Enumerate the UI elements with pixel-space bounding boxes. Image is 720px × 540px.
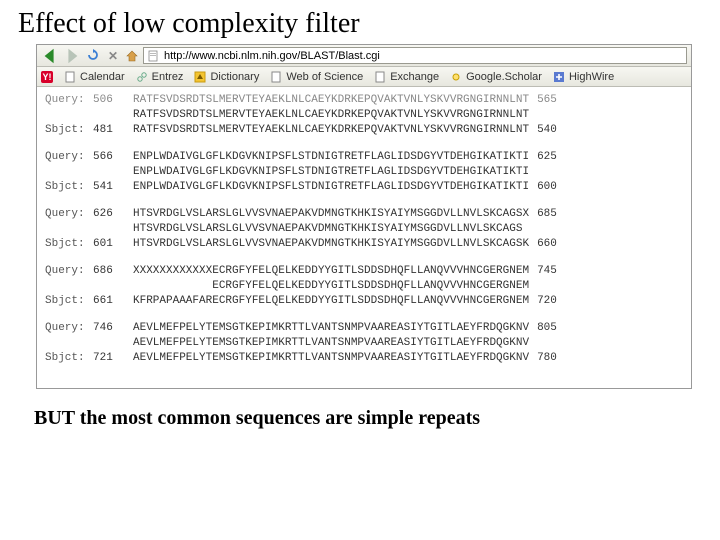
bookmark-label: HighWire [569, 71, 614, 83]
slide-title: Effect of low complexity filter [0, 0, 720, 44]
browser-window: ✕ http://www.ncbi.nlm.nih.gov/BLAST/Blas… [36, 44, 692, 389]
bookmark-web-of-science[interactable]: Web of Science [269, 70, 363, 84]
plus-icon [552, 70, 566, 84]
alignment-row: Query:746AEVLMEFPELYTEMSGTKEPIMKRTTLVANT… [37, 321, 691, 336]
yahoo-icon: Y! [41, 71, 53, 83]
address-toolbar: ✕ http://www.ncbi.nlm.nih.gov/BLAST/Blas… [37, 45, 691, 67]
alignment-row: Sbjct:661KFRPAPAAAFARECRGFYFELQELKEDDYYG… [37, 294, 691, 309]
alignment-row: RATFSVDSRDTSLMERVTEYAEKLNLCAEYKDRKEPQVAK… [37, 108, 691, 123]
alignment-row: AEVLMEFPELYTEMSGTKEPIMKRTTLVANTSNMPVAARE… [37, 336, 691, 351]
bookmark-label: Web of Science [286, 71, 363, 83]
url-text: http://www.ncbi.nlm.nih.gov/BLAST/Blast.… [164, 50, 380, 62]
sun-icon [449, 70, 463, 84]
bookmark-label: Google.Scholar [466, 71, 542, 83]
bookmark-calendar[interactable]: Calendar [63, 70, 125, 84]
alignment-row: Query:626HTSVRDGLVSLARSLGLVVSVNAEPAKVDMN… [37, 207, 691, 222]
doc-icon [269, 70, 283, 84]
bookmark-label: Entrez [152, 71, 184, 83]
up-arrow-icon [193, 70, 207, 84]
alignment-row: HTSVRDGLVSLARSLGLVVSVNAEPAKVDMNGTKHKISYA… [37, 222, 691, 237]
doc-icon [373, 70, 387, 84]
alignment-row: ECRGFYFELQELKEDDYYGITLSDDSDHQFLLANQVVVHN… [37, 279, 691, 294]
alignment-block: Query:686XXXXXXXXXXXXECRGFYFELQELKEDDYYG… [37, 264, 691, 309]
alignment-row: ENPLWDAIVGLGFLKDGVKNIPSFLSTDNIGTRETFLAGL… [37, 165, 691, 180]
bookmark-highwire[interactable]: HighWire [552, 70, 614, 84]
alignment-block: Query:566ENPLWDAIVGLGFLKDGVKNIPSFLSTDNIG… [37, 150, 691, 195]
forward-button[interactable] [63, 48, 81, 64]
bookmark-label: Dictionary [210, 71, 259, 83]
back-button[interactable] [41, 48, 59, 64]
alignment-row: Query:686XXXXXXXXXXXXECRGFYFELQELKEDDYYG… [37, 264, 691, 279]
alignment-block: Query:746AEVLMEFPELYTEMSGTKEPIMKRTTLVANT… [37, 321, 691, 366]
alignment-row: Query:566ENPLWDAIVGLGFLKDGVKNIPSFLSTDNIG… [37, 150, 691, 165]
alignment-row: Sbjct:481RATFSVDSRDTSLMERVTEYAEKLNLCAEYK… [37, 123, 691, 138]
bookmark-label: Calendar [80, 71, 125, 83]
bookmark-google-scholar[interactable]: Google.Scholar [449, 70, 542, 84]
bookmark-dictionary[interactable]: Dictionary [193, 70, 259, 84]
reload-button[interactable] [85, 47, 101, 63]
alignment-block: Query:506RATFSVDSRDTSLMERVTEYAEKLNLCAEYK… [37, 93, 691, 138]
bookmarks-toolbar: Y! Calendar Entrez Dictionary Web of Sci… [37, 67, 691, 87]
alignment-block: Query:626HTSVRDGLVSLARSLGLVVSVNAEPAKVDMN… [37, 207, 691, 252]
alignment-row: Sbjct:721AEVLMEFPELYTEMSGTKEPIMKRTTLVANT… [37, 351, 691, 366]
bookmark-label: Exchange [390, 71, 439, 83]
alignment-row: Query:506RATFSVDSRDTSLMERVTEYAEKLNLCAEYK… [37, 93, 691, 108]
blast-alignment-output: Query:506RATFSVDSRDTSLMERVTEYAEKLNLCAEYK… [37, 87, 691, 388]
bookmark-yahoo[interactable]: Y! [41, 71, 53, 83]
doc-icon [63, 70, 77, 84]
bookmark-entrez[interactable]: Entrez [135, 70, 184, 84]
alignment-row: Sbjct:601HTSVRDGLVSLARSLGLVVSVNAEPAKVDMN… [37, 237, 691, 252]
alignment-row: Sbjct:541ENPLWDAIVGLGFLKDGVKNIPSFLSTDNIG… [37, 180, 691, 195]
url-input[interactable]: http://www.ncbi.nlm.nih.gov/BLAST/Blast.… [143, 47, 687, 64]
home-button[interactable] [125, 49, 139, 63]
page-icon [146, 49, 160, 63]
bookmark-exchange[interactable]: Exchange [373, 70, 439, 84]
stop-button[interactable]: ✕ [105, 48, 121, 64]
slide-footer-note: BUT the most common sequences are simple… [0, 389, 720, 430]
link-icon [135, 70, 149, 84]
